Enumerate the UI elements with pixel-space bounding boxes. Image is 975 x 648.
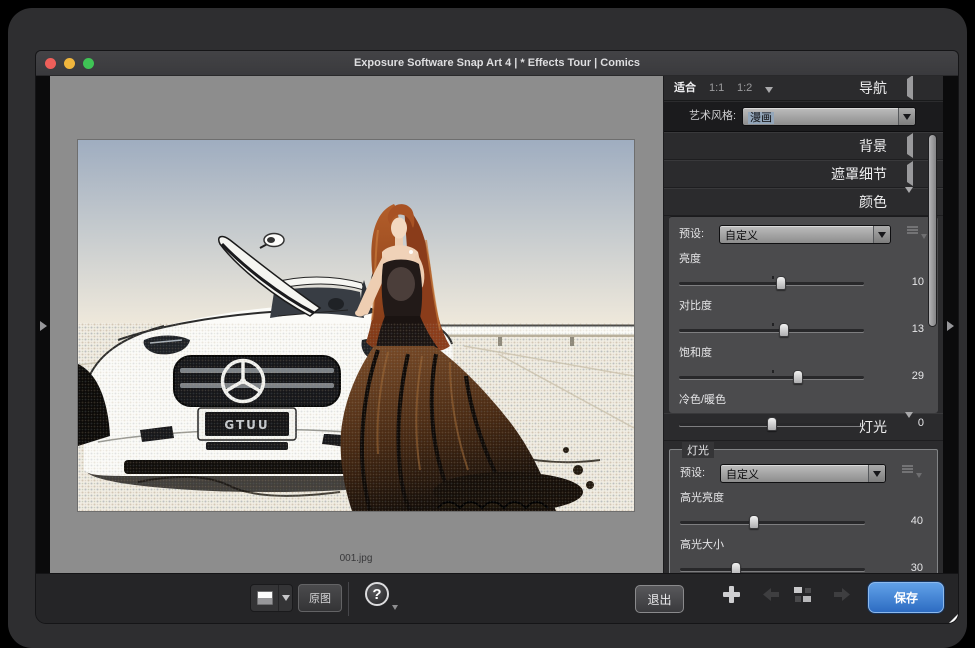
highlight-brightness-value: 40 — [865, 515, 927, 527]
window-frame: Exposure Software Snap Art 4 | * Effects… — [8, 8, 967, 648]
chevron-down-icon — [898, 108, 915, 125]
slider-center-tick — [772, 276, 774, 279]
section-lighting[interactable]: 灯光 — [664, 413, 943, 441]
zoom-chevron-down-icon[interactable] — [765, 87, 773, 93]
chevron-down-icon — [916, 473, 922, 478]
slider-center-tick — [772, 370, 774, 373]
navigator-collapse-button[interactable] — [907, 79, 913, 97]
lighting-controls: 灯光 预设: 自定义 高光亮度 40 — [669, 449, 938, 573]
bottom-toolbar: 原图 ? 退出 保存 — [36, 573, 958, 623]
toolbar-divider — [348, 582, 349, 616]
color-preset-value: 自定义 — [725, 230, 758, 242]
slider-thumb[interactable] — [776, 276, 786, 290]
chevron-down-icon — [868, 465, 885, 482]
art-style-dropdown[interactable]: 漫画 — [742, 107, 916, 126]
color-controls: 预设: 自定义 亮度 10 — [669, 216, 938, 413]
panel-scrollbar[interactable] — [929, 135, 936, 326]
preset-menu-icon[interactable] — [907, 226, 918, 234]
preset-menu-icon[interactable] — [902, 465, 913, 473]
save-button[interactable]: 保存 — [868, 582, 944, 613]
help-button[interactable]: ? — [365, 582, 389, 606]
lighting-preset-dropdown[interactable]: 自定义 — [720, 464, 886, 483]
art-style-value: 漫画 — [748, 112, 774, 124]
lighting-preset-value: 自定义 — [726, 469, 759, 481]
thumbnails-icon[interactable] — [794, 587, 814, 608]
contrast-label: 对比度 — [679, 297, 928, 313]
highlight-brightness-slider[interactable] — [680, 521, 865, 524]
chevron-left-icon — [907, 161, 913, 186]
right-panel-expand-chevron-right-icon[interactable] — [947, 321, 954, 331]
highlight-size-slider[interactable] — [680, 568, 865, 571]
preview-canvas: GTUU — [50, 76, 663, 573]
color-preset-label: 预设: — [679, 225, 719, 244]
slider-thumb[interactable] — [749, 515, 759, 529]
section-mask-detail[interactable]: 遮罩细节 — [664, 160, 943, 188]
contrast-slider[interactable] — [679, 329, 864, 332]
zoom-1-2-button[interactable]: 1:2 — [737, 76, 752, 101]
brightness-slider[interactable] — [679, 282, 864, 285]
slider-thumb[interactable] — [779, 323, 789, 337]
right-panel-strip — [943, 76, 958, 573]
preview-mode-chevron-down-icon[interactable] — [279, 585, 292, 611]
navigator-header: 适合 1:1 1:2 导航 — [664, 76, 943, 101]
split-preview-icon — [257, 591, 273, 605]
navigator-title: 导航 — [859, 78, 887, 98]
section-color-title: 颜色 — [859, 192, 887, 212]
preview-image[interactable]: GTUU — [78, 140, 634, 511]
brightness-value: 10 — [864, 276, 928, 288]
saturation-value: 29 — [864, 370, 928, 382]
highlight-size-label: 高光大小 — [680, 536, 927, 552]
brightness-label: 亮度 — [679, 250, 928, 266]
section-lighting-title: 灯光 — [859, 417, 887, 437]
contrast-value: 13 — [864, 323, 928, 335]
chevron-down-icon — [873, 226, 890, 243]
saturation-label: 饱和度 — [679, 344, 928, 360]
resize-grip[interactable] — [949, 614, 958, 623]
section-mask-detail-title: 遮罩细节 — [831, 164, 887, 184]
left-panel-strip — [36, 76, 50, 573]
left-panel-expand-chevron-right-icon[interactable] — [40, 321, 47, 331]
help-chevron-down-icon[interactable] — [392, 605, 398, 610]
cool-warm-label: 冷色/暖色 — [679, 391, 928, 407]
slider-thumb[interactable] — [731, 562, 741, 574]
slider-thumb[interactable] — [793, 370, 803, 384]
chevron-down-icon — [905, 187, 913, 210]
settings-panel: 适合 1:1 1:2 导航 艺术风格: 漫画 背景 遮罩细节 — [663, 76, 943, 573]
art-style-label: 艺术风格: — [689, 101, 736, 132]
lighting-group-label: 灯光 — [682, 442, 714, 458]
add-icon[interactable] — [723, 586, 740, 603]
saturation-slider[interactable] — [679, 376, 864, 379]
previous-arrow-icon[interactable] — [763, 588, 779, 606]
chevron-down-icon — [905, 412, 913, 435]
zoom-fit-button[interactable]: 适合 — [674, 76, 696, 101]
section-background-title: 背景 — [859, 136, 887, 156]
highlight-brightness-label: 高光亮度 — [680, 489, 927, 505]
app-window: Exposure Software Snap Art 4 | * Effects… — [36, 51, 958, 623]
chevron-down-icon — [921, 234, 927, 239]
chevron-left-icon — [907, 133, 913, 158]
section-color[interactable]: 颜色 — [664, 188, 943, 216]
lighting-preset-label: 预设: — [680, 464, 720, 483]
art-style-row: 艺术风格: 漫画 — [664, 101, 943, 132]
original-image-button[interactable]: 原图 — [298, 584, 342, 612]
image-filename: 001.jpg — [340, 553, 373, 564]
preview-mode-button[interactable] — [250, 584, 293, 612]
exit-button[interactable]: 退出 — [635, 585, 684, 613]
chevron-left-icon — [907, 76, 913, 100]
color-preset-dropdown[interactable]: 自定义 — [719, 225, 891, 244]
title-bar: Exposure Software Snap Art 4 | * Effects… — [36, 51, 958, 76]
slider-center-tick — [772, 323, 774, 326]
highlight-size-value: 30 — [865, 562, 927, 573]
next-arrow-icon[interactable] — [834, 588, 850, 606]
section-background[interactable]: 背景 — [664, 132, 943, 160]
zoom-1-1-button[interactable]: 1:1 — [709, 76, 724, 101]
window-title: Exposure Software Snap Art 4 | * Effects… — [36, 51, 958, 76]
